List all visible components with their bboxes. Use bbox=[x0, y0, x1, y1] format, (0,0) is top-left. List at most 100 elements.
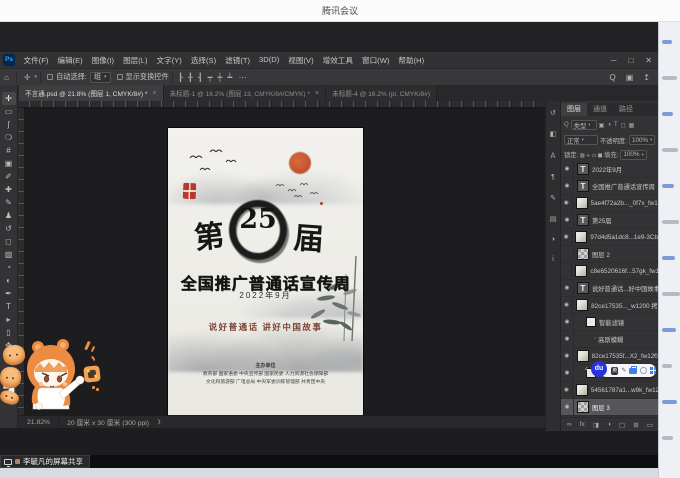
ime-toolbox-icon[interactable] bbox=[629, 368, 636, 374]
blend-mode-dropdown[interactable]: 正常 ▾ bbox=[564, 135, 598, 145]
ime-language-mode-icon[interactable]: 英 bbox=[611, 367, 618, 375]
dodge-tool[interactable]: ◐ bbox=[2, 274, 16, 287]
align-bottom-icon[interactable]: ┷ bbox=[225, 73, 235, 82]
type-tool[interactable]: T bbox=[2, 300, 16, 313]
filter-shape-icon[interactable]: ◻ bbox=[621, 122, 626, 129]
menu-item-8[interactable]: 视图(V) bbox=[284, 55, 318, 66]
home-icon[interactable]: ⌂ bbox=[0, 73, 13, 82]
more-options-icon[interactable]: ⋯ bbox=[235, 73, 251, 82]
tab-close-icon[interactable]: × bbox=[153, 90, 157, 97]
layer-row-7[interactable]: ◉T说好普通话...好中国故事 bbox=[561, 280, 659, 297]
layer-visibility-eye-icon[interactable]: ◉ bbox=[561, 280, 574, 296]
layer-visibility-eye-icon[interactable]: ◉ bbox=[561, 348, 574, 364]
layer-visibility-eye-icon[interactable]: ◉ bbox=[561, 331, 574, 347]
share-icon[interactable]: ↥ bbox=[643, 73, 650, 82]
layer-row-1[interactable]: ◉T全国推广普通话宣传周 bbox=[561, 178, 659, 195]
layer-visibility-eye-icon[interactable] bbox=[561, 263, 572, 279]
marquee-tool[interactable]: ▭ bbox=[2, 105, 16, 118]
layer-group-icon[interactable]: ▢ bbox=[619, 421, 625, 429]
adjustment-layer-icon[interactable]: ◑ bbox=[607, 421, 611, 428]
align-left-icon[interactable]: ┠ bbox=[176, 73, 186, 82]
layer-search-icon[interactable]: Q bbox=[564, 122, 569, 128]
quick-selection-tool[interactable]: ❍ bbox=[2, 131, 16, 144]
menu-item-0[interactable]: 文件(F) bbox=[19, 55, 53, 66]
layer-filter-kind-dropdown[interactable]: 类型 ▾ bbox=[571, 120, 597, 130]
layer-row-4[interactable]: ◉97d4d5a1dc8...1e9-3CbjXW bbox=[561, 229, 659, 246]
layers-panel-tab-2[interactable]: 路径 bbox=[613, 103, 639, 116]
delete-layer-icon[interactable]: ▭ bbox=[647, 421, 653, 429]
layer-row-6[interactable]: c8e6520616f...57gk_fw1200 bbox=[561, 263, 659, 280]
chevron-down-icon[interactable]: ▾ bbox=[35, 74, 38, 80]
move-tool-preset-icon[interactable]: ✛ bbox=[20, 73, 35, 82]
layer-visibility-eye-icon[interactable]: ◉ bbox=[561, 297, 573, 313]
smart-object-expand-icon[interactable]: ▾ bbox=[653, 302, 656, 308]
ime-account-icon[interactable] bbox=[640, 367, 647, 374]
align-right-icon[interactable]: ┨ bbox=[195, 73, 205, 82]
layer-visibility-eye-icon[interactable]: ◉ bbox=[561, 195, 573, 211]
layer-effects-icon[interactable]: fx bbox=[580, 421, 585, 428]
window-maximize-button[interactable]: □ bbox=[628, 56, 633, 65]
clone-stamp-tool[interactable]: ♟ bbox=[2, 209, 16, 222]
lasso-tool[interactable]: ʃ bbox=[2, 118, 16, 131]
window-close-button[interactable]: ✕ bbox=[645, 56, 652, 65]
path-selection-tool[interactable]: ▸ bbox=[2, 313, 16, 326]
menu-item-7[interactable]: 3D(D) bbox=[255, 55, 284, 66]
history-brush-tool[interactable]: ↺ bbox=[2, 222, 16, 235]
lock-all-icon[interactable]: ■ bbox=[598, 151, 602, 159]
layer-row-9[interactable]: ◉智能滤镜 bbox=[561, 314, 659, 331]
filter-smart-icon[interactable]: ▦ bbox=[629, 122, 635, 129]
brush-settings-panel-icon[interactable]: ✎ bbox=[550, 194, 556, 202]
layer-visibility-eye-icon[interactable] bbox=[561, 246, 574, 262]
layer-mask-icon[interactable]: ◨ bbox=[593, 421, 599, 429]
new-layer-icon[interactable]: ⊞ bbox=[633, 421, 638, 429]
show-transform-checkbox[interactable] bbox=[117, 74, 123, 80]
gradient-tool[interactable]: ▨ bbox=[2, 248, 16, 261]
pen-tool[interactable]: ✒ bbox=[2, 287, 16, 300]
menu-item-5[interactable]: 选择(S) bbox=[186, 55, 220, 66]
shape-tool[interactable]: ▯ bbox=[2, 326, 16, 339]
adjustments-panel-icon[interactable]: ◑ bbox=[551, 236, 555, 243]
lock-image-icon[interactable]: ▭ bbox=[592, 151, 596, 159]
layer-row-3[interactable]: ◉T第25届 bbox=[561, 212, 659, 229]
menu-item-2[interactable]: 图像(I) bbox=[87, 55, 118, 66]
layer-visibility-eye-icon[interactable]: ◉ bbox=[561, 365, 574, 381]
tab-close-icon[interactable]: × bbox=[315, 90, 319, 97]
crop-tool[interactable]: # bbox=[2, 144, 16, 157]
brush-tool[interactable]: ✎ bbox=[2, 196, 16, 209]
layer-row-5[interactable]: 图层 2 bbox=[561, 246, 659, 263]
auto-select-checkbox[interactable] bbox=[47, 74, 53, 80]
fill-field[interactable]: 100% ▾ bbox=[620, 150, 646, 160]
ime-grid-icon[interactable] bbox=[650, 367, 656, 374]
eraser-tool[interactable]: ◻ bbox=[2, 235, 16, 248]
layer-row-13[interactable]: ◉54561787a1...w9k_fw1200 bbox=[561, 382, 659, 399]
layer-row-10[interactable]: ◉◦高斯模糊 bbox=[561, 331, 659, 348]
layers-panel-tab-0[interactable]: 图层 bbox=[561, 103, 587, 116]
menu-item-4[interactable]: 文字(Y) bbox=[152, 55, 186, 66]
search-icon[interactable]: Q bbox=[610, 73, 616, 82]
zoom-level-field[interactable]: 21.82% bbox=[27, 419, 50, 426]
document-tab-2[interactable]: 未标题-4 @ 16.2% (pi, CMYK/8#) bbox=[326, 85, 437, 101]
menu-item-9[interactable]: 增效工具 bbox=[318, 55, 357, 66]
layer-visibility-eye-icon[interactable]: ◉ bbox=[561, 212, 574, 228]
layer-row-0[interactable]: ◉T2022年9月 bbox=[561, 161, 659, 178]
align-top-icon[interactable]: ┯ bbox=[205, 73, 215, 82]
filter-adjustment-icon[interactable]: ◑ bbox=[607, 122, 611, 129]
link-layers-icon[interactable]: ∞ bbox=[567, 421, 572, 428]
history-panel-icon[interactable]: ↺ bbox=[550, 109, 556, 117]
paragraph-panel-icon[interactable]: ¶ bbox=[551, 174, 555, 181]
document-tab-0[interactable]: 不言通.psd @ 21.8% (图层 1, CMYK/8#) *× bbox=[19, 85, 164, 101]
baidu-ime-logo[interactable]: du bbox=[591, 361, 607, 377]
layer-row-2[interactable]: ◉5ae4f72a2b..._0f7x_fw1200 bbox=[561, 195, 659, 212]
window-minimize-button[interactable]: ─ bbox=[611, 56, 617, 65]
properties-panel-icon[interactable]: ◧ bbox=[550, 130, 557, 138]
blur-tool[interactable]: ◔ bbox=[2, 261, 16, 274]
menu-item-3[interactable]: 图层(L) bbox=[119, 55, 152, 66]
layer-visibility-eye-icon[interactable]: ◉ bbox=[561, 178, 574, 194]
character-panel-icon[interactable]: Ａ bbox=[550, 151, 557, 161]
workspace-icon[interactable]: ▣ bbox=[626, 73, 634, 82]
align-center-icon[interactable]: ╂ bbox=[186, 73, 196, 82]
align-middle-icon[interactable]: ┿ bbox=[215, 73, 225, 82]
layer-visibility-eye-icon[interactable]: ◉ bbox=[561, 229, 572, 245]
info-panel-icon[interactable]: i bbox=[552, 256, 554, 263]
libraries-panel-icon[interactable]: ▤ bbox=[550, 215, 557, 223]
